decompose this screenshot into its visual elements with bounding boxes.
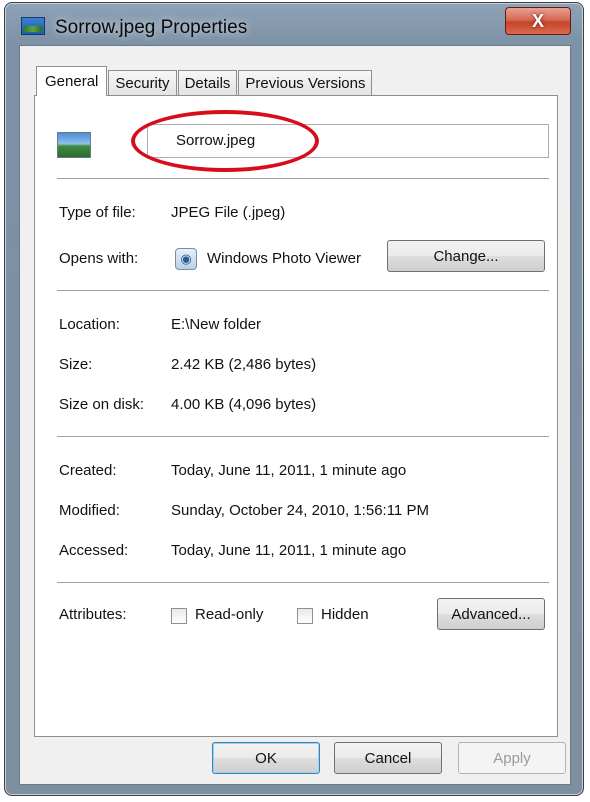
divider bbox=[57, 436, 549, 438]
size-on-disk-value: 4.00 KB (4,096 bytes) bbox=[171, 396, 317, 413]
created-label: Created: bbox=[59, 462, 117, 479]
tab-general[interactable]: General bbox=[36, 66, 108, 96]
tab-strip: General Security Details Previous Versio… bbox=[36, 66, 373, 96]
title-bar[interactable]: Sorrow.jpeg Properties X bbox=[5, 3, 583, 47]
attributes-label: Attributes: bbox=[59, 606, 127, 623]
properties-window: Sorrow.jpeg Properties X General Securit… bbox=[4, 2, 584, 796]
created-value: Today, June 11, 2011, 1 minute ago bbox=[171, 462, 407, 479]
divider bbox=[57, 178, 549, 180]
change-button[interactable]: Change... bbox=[387, 240, 545, 272]
apply-button[interactable]: Apply bbox=[458, 742, 566, 774]
location-label: Location: bbox=[59, 316, 120, 333]
type-of-file-label: Type of file: bbox=[59, 204, 136, 221]
dialog-client-area: General Security Details Previous Versio… bbox=[19, 45, 571, 785]
close-button[interactable]: X bbox=[505, 7, 571, 35]
advanced-button[interactable]: Advanced... bbox=[437, 598, 545, 630]
image-file-icon bbox=[21, 17, 45, 35]
location-value: E:\New folder bbox=[171, 316, 262, 333]
size-value: 2.42 KB (2,486 bytes) bbox=[171, 356, 317, 373]
accessed-label: Accessed: bbox=[59, 542, 129, 559]
tab-security[interactable]: Security bbox=[108, 70, 177, 96]
modified-label: Modified: bbox=[59, 502, 120, 519]
type-of-file-value: JPEG File (.jpeg) bbox=[171, 204, 286, 221]
tab-details[interactable]: Details bbox=[177, 70, 238, 96]
accessed-value: Today, June 11, 2011, 1 minute ago bbox=[171, 542, 407, 559]
window-title: Sorrow.jpeg Properties bbox=[55, 17, 248, 38]
general-tab-panel: Sorrow.jpeg Type of file: JPEG File (.jp… bbox=[34, 95, 558, 737]
hidden-checkbox[interactable] bbox=[297, 608, 313, 624]
divider bbox=[57, 290, 549, 292]
size-on-disk-label: Size on disk: bbox=[59, 396, 145, 413]
photo-viewer-icon: ◉ bbox=[175, 248, 197, 270]
file-name-field[interactable]: Sorrow.jpeg bbox=[147, 124, 549, 158]
tab-previous-versions[interactable]: Previous Versions bbox=[238, 70, 373, 96]
opens-with-label: Opens with: bbox=[59, 250, 139, 267]
size-label: Size: bbox=[59, 356, 93, 373]
hidden-label[interactable]: Hidden bbox=[321, 606, 369, 623]
opens-with-value: Windows Photo Viewer bbox=[207, 250, 361, 267]
read-only-checkbox[interactable] bbox=[171, 608, 187, 624]
divider bbox=[57, 582, 549, 584]
read-only-label[interactable]: Read-only bbox=[195, 606, 263, 623]
cancel-button[interactable]: Cancel bbox=[334, 742, 442, 774]
modified-value: Sunday, October 24, 2010, 1:56:11 PM bbox=[171, 502, 429, 519]
ok-button[interactable]: OK bbox=[212, 742, 320, 774]
image-thumbnail-icon bbox=[57, 132, 91, 158]
